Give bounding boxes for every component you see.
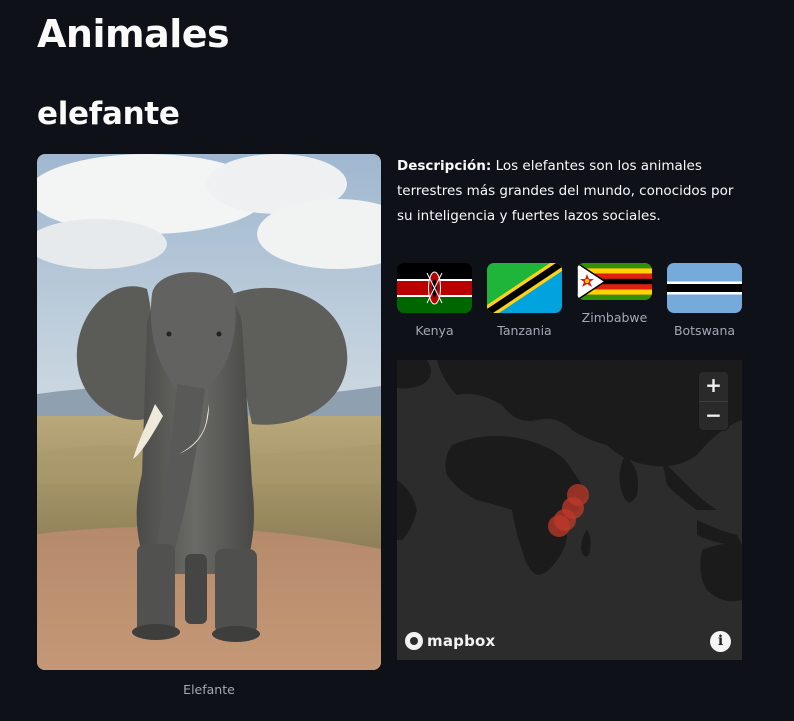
country-kenya: Kenya bbox=[397, 263, 472, 338]
mapbox-logo[interactable]: mapbox bbox=[405, 632, 495, 650]
zoom-control: + − bbox=[699, 372, 728, 430]
info-icon[interactable]: i bbox=[710, 631, 731, 652]
elephant-photo bbox=[37, 154, 381, 670]
country-label: Zimbabwe bbox=[581, 310, 648, 325]
photo-caption: Elefante bbox=[183, 682, 235, 697]
description-label: Descripción: bbox=[397, 158, 492, 174]
country-tanzania: Tanzania bbox=[487, 263, 562, 338]
animal-title: elefante bbox=[37, 96, 180, 132]
tanzania-flag-icon bbox=[487, 263, 562, 313]
country-botswana: Botswana bbox=[667, 263, 742, 338]
world-map bbox=[397, 360, 742, 660]
mapbox-icon bbox=[405, 632, 423, 650]
map-view[interactable] bbox=[397, 360, 742, 660]
country-label: Botswana bbox=[673, 323, 736, 338]
mapbox-wordmark: mapbox bbox=[427, 632, 496, 650]
zoom-in-button[interactable]: + bbox=[699, 372, 728, 401]
country-zimbabwe: Zimbabwe bbox=[577, 263, 652, 325]
description: Descripción: Los elefantes son los anima… bbox=[397, 154, 742, 229]
zimbabwe-flag-icon bbox=[577, 263, 652, 300]
botswana-flag-icon bbox=[667, 263, 742, 313]
kenya-flag-icon bbox=[397, 263, 472, 313]
page-title: Animales bbox=[37, 12, 230, 56]
country-label: Kenya bbox=[415, 323, 454, 338]
country-label: Tanzania bbox=[497, 323, 552, 338]
zoom-out-button[interactable]: − bbox=[699, 401, 728, 430]
